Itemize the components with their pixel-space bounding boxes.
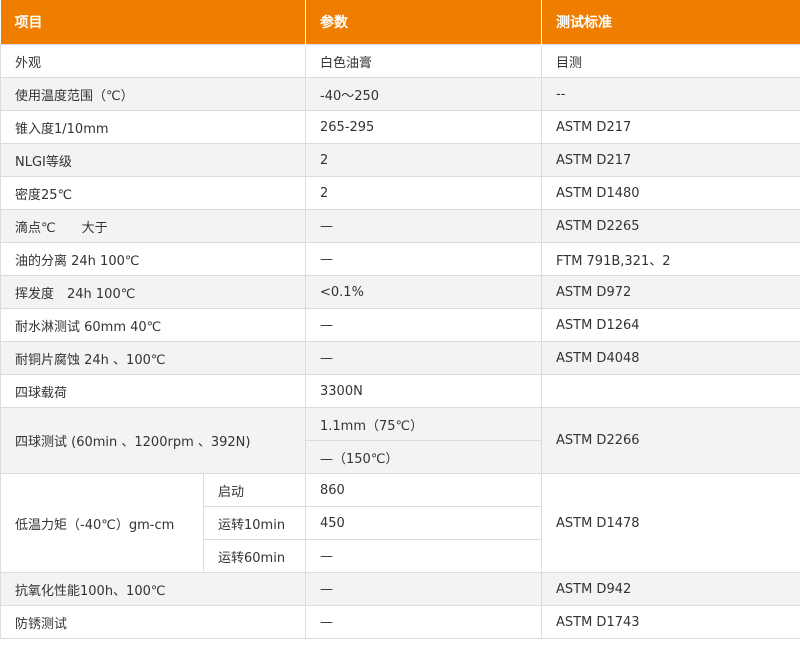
row-item: 防锈测试 (0, 605, 306, 639)
row-item: 耐水淋测试 60mm 40℃ (0, 308, 306, 342)
low-temp-sub-param: 450 (305, 506, 542, 540)
row-standard: FTM 791B,321、2 (541, 242, 800, 276)
four-ball-standard: ASTM D2266 (541, 407, 800, 474)
header-standard: 测试标准 (541, 0, 800, 45)
low-temp-sub-label: 运转60min (203, 539, 306, 573)
row-param: — (305, 341, 542, 375)
row-standard: ASTM D972 (541, 275, 800, 309)
table-row: 防锈测试 — ASTM D1743 (0, 605, 800, 639)
table-row: 使用温度范围（℃） -40～250 -- (0, 77, 800, 111)
header-param: 参数 (305, 0, 542, 45)
low-temp-sub-param: 860 (305, 473, 542, 507)
table-header-row: 项目 参数 测试标准 (0, 0, 800, 45)
four-ball-row: 四球测试 (60min 、1200rpm 、392N) 1.1mm（75℃） A… (0, 407, 800, 474)
row-item: 抗氧化性能100h、100℃ (0, 572, 306, 606)
table-row: 密度25℃ 2 ASTM D1480 (0, 176, 800, 210)
low-temp-item: 低温力矩（-40℃）gm-cm (0, 473, 204, 573)
row-item: 密度25℃ (0, 176, 306, 210)
table-row: 油的分离 24h 100℃ — FTM 791B,321、2 (0, 242, 800, 276)
table-row: 外观 白色油膏 目测 (0, 44, 800, 78)
row-item: 滴点℃ 大于 (0, 209, 306, 243)
row-param: — (305, 209, 542, 243)
row-param: 3300N (305, 374, 542, 408)
row-item: 耐铜片腐蚀 24h 、100℃ (0, 341, 306, 375)
row-standard: -- (541, 77, 800, 111)
table-row: 抗氧化性能100h、100℃ — ASTM D942 (0, 572, 800, 606)
header-item: 项目 (0, 0, 306, 45)
low-temp-sub-param: — (305, 539, 542, 573)
table-row: 锥入度1/10mm 265-295 ASTM D217 (0, 110, 800, 144)
row-param: -40～250 (305, 77, 542, 111)
row-standard: ASTM D2265 (541, 209, 800, 243)
row-standard: ASTM D217 (541, 143, 800, 177)
row-item: 外观 (0, 44, 306, 78)
four-ball-param: —（150℃） (305, 440, 542, 474)
row-param: 2 (305, 176, 542, 210)
row-item: 使用温度范围（℃） (0, 77, 306, 111)
table-row: 四球载荷 3300N (0, 374, 800, 408)
row-item: 四球载荷 (0, 374, 306, 408)
four-ball-param: 1.1mm（75℃） (305, 407, 542, 441)
row-standard: 目测 (541, 44, 800, 78)
row-standard: ASTM D4048 (541, 341, 800, 375)
row-standard: ASTM D1264 (541, 308, 800, 342)
row-standard: ASTM D1743 (541, 605, 800, 639)
row-param: <0.1% (305, 275, 542, 309)
row-item: 挥发度 24h 100℃ (0, 275, 306, 309)
row-param: — (305, 605, 542, 639)
low-temp-standard: ASTM D1478 (541, 473, 800, 573)
low-temp-sub-label: 运转10min (203, 506, 306, 540)
table-row: 滴点℃ 大于 — ASTM D2265 (0, 209, 800, 243)
row-param: — (305, 572, 542, 606)
row-param: 265-295 (305, 110, 542, 144)
table-row: 耐水淋测试 60mm 40℃ — ASTM D1264 (0, 308, 800, 342)
low-temp-sub-label: 启动 (203, 473, 306, 507)
row-standard: ASTM D1480 (541, 176, 800, 210)
row-param: 白色油膏 (305, 44, 542, 78)
low-temp-row: 低温力矩（-40℃）gm-cm 启动 860 ASTM D1478 (0, 473, 800, 573)
table-row: 耐铜片腐蚀 24h 、100℃ — ASTM D4048 (0, 341, 800, 375)
row-standard (541, 374, 800, 408)
row-item: 锥入度1/10mm (0, 110, 306, 144)
row-param: 2 (305, 143, 542, 177)
row-standard: ASTM D942 (541, 572, 800, 606)
four-ball-item: 四球测试 (60min 、1200rpm 、392N) (0, 407, 306, 474)
row-item: NLGI等级 (0, 143, 306, 177)
table-row: NLGI等级 2 ASTM D217 (0, 143, 800, 177)
table-row: 挥发度 24h 100℃ <0.1% ASTM D972 (0, 275, 800, 309)
spec-table: 项目 参数 测试标准 外观 白色油膏 目测 使用温度范围（℃） -40～250 … (0, 0, 800, 639)
row-standard: ASTM D217 (541, 110, 800, 144)
row-item: 油的分离 24h 100℃ (0, 242, 306, 276)
row-param: — (305, 242, 542, 276)
row-param: — (305, 308, 542, 342)
